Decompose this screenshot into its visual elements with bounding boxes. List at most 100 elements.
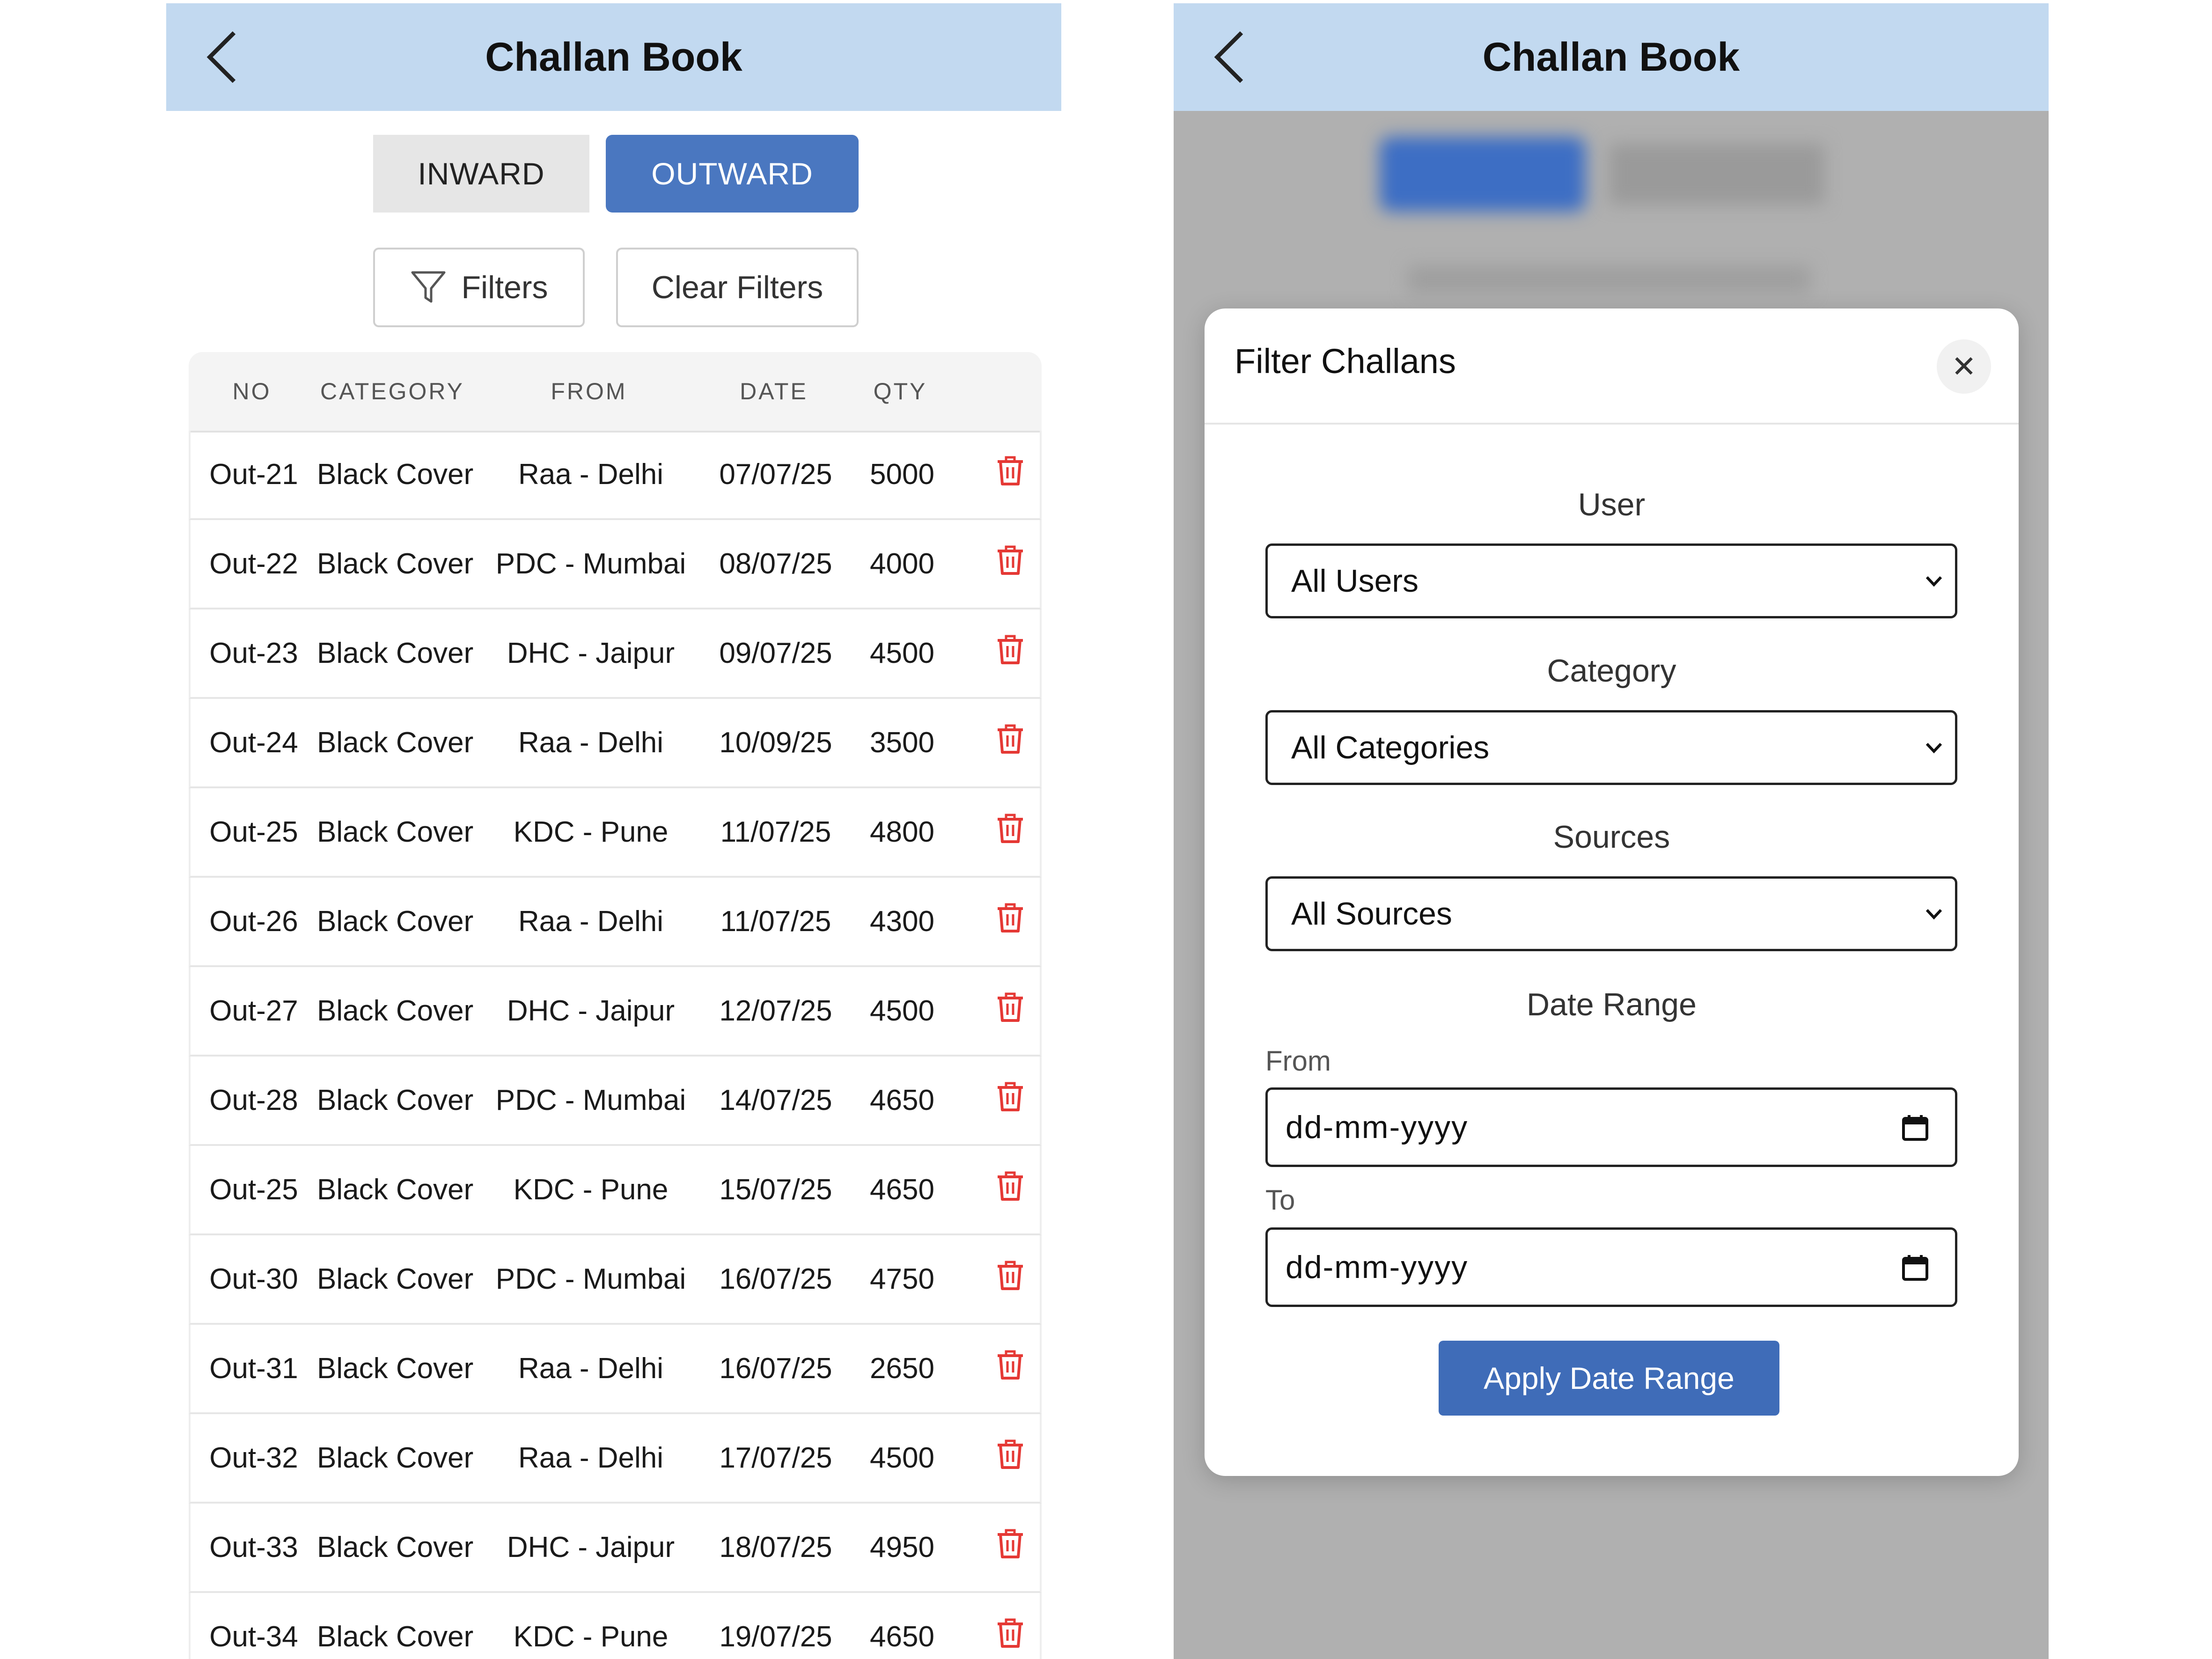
trash-icon[interactable] (996, 634, 1025, 665)
table-row[interactable]: Out-22 Black Cover PDC - Mumbai 08/07/25 400… (189, 520, 1042, 609)
cell-date: 19/07/25 (719, 1621, 832, 1653)
challan-table: NO CATEGORY FROM DATE QTY Out-21 Black Co… (189, 352, 1042, 1659)
cell-no: Out-32 (209, 1442, 298, 1474)
col-header-category: CATEGORY (320, 378, 464, 404)
trash-icon[interactable] (996, 1081, 1025, 1112)
table-row[interactable]: Out-26 Black Cover Raa - Delhi 11/07/25 4300 (189, 878, 1042, 967)
to-date-input[interactable]: dd-mm-yyyy (1265, 1227, 1957, 1307)
cell-no: Out-30 (209, 1263, 298, 1295)
table-row[interactable]: Out-32 Black Cover Raa - Delhi 17/07/25 4500 (189, 1414, 1042, 1504)
cell-category: Black Cover (317, 1263, 474, 1295)
clear-filters-button[interactable]: Clear Filters (616, 248, 859, 327)
cell-no: Out-28 (209, 1084, 298, 1116)
cell-qty: 3500 (870, 727, 934, 759)
cell-qty: 4650 (870, 1621, 934, 1653)
trash-icon[interactable] (996, 455, 1025, 486)
table-row[interactable]: Out-30 Black Cover PDC - Mumbai 16/07/25 475… (189, 1235, 1042, 1325)
modal-divider (1205, 423, 2019, 425)
table-row[interactable]: Out-21 Black Cover Raa - Delhi 07/07/25 5000 (189, 431, 1042, 520)
chevron-down-icon (1925, 909, 1942, 920)
cell-category: Black Cover (317, 995, 474, 1027)
right-header: Challan Book (1174, 3, 2049, 111)
user-select[interactable]: All Users (1265, 543, 1957, 618)
cell-category: Black Cover (317, 458, 474, 491)
cell-no: Out-21 (209, 458, 298, 491)
col-header-no: NO (232, 378, 272, 404)
table-row[interactable]: Out-28 Black Cover PDC - Mumbai 14/07/25 465… (189, 1057, 1042, 1146)
apply-date-range-button[interactable]: Apply Date Range (1439, 1341, 1779, 1416)
cell-date: 14/07/25 (719, 1084, 832, 1116)
cell-from: Raa - Delhi (518, 458, 664, 491)
filters-button[interactable]: Filters (373, 248, 585, 327)
trash-icon[interactable] (996, 1260, 1025, 1291)
cell-qty: 4750 (870, 1263, 934, 1295)
modal-title: Filter Challans (1235, 342, 1456, 381)
table-row[interactable]: Out-25 Black Cover KDC - Pune 11/07/25 4800 (189, 788, 1042, 878)
category-select-value: All Categories (1291, 730, 1490, 765)
sources-select[interactable]: All Sources (1265, 876, 1957, 951)
table-row[interactable]: Out-25 Black Cover KDC - Pune 15/07/25 4650 (189, 1146, 1042, 1235)
category-select[interactable]: All Categories (1265, 710, 1957, 785)
cell-date: 15/07/25 (719, 1174, 832, 1206)
category-label: Category (1547, 653, 1676, 689)
cell-qty: 4000 (870, 548, 934, 580)
cell-qty: 4950 (870, 1531, 934, 1564)
table-row[interactable]: Out-27 Black Cover DHC - Jaipur 12/07/25 450… (189, 967, 1042, 1057)
cell-category: Black Cover (317, 1442, 474, 1474)
sources-label: Sources (1553, 819, 1670, 855)
trash-icon[interactable] (996, 1439, 1025, 1469)
table-row[interactable]: Out-23 Black Cover DHC - Jaipur 09/07/25 450… (189, 609, 1042, 699)
trash-icon[interactable] (996, 544, 1025, 575)
cell-qty: 2650 (870, 1352, 934, 1385)
table-row[interactable]: Out-34 Black Cover KDC - Pune 19/07/25 4650 (189, 1593, 1042, 1659)
trash-icon[interactable] (996, 813, 1025, 844)
cell-category: Black Cover (317, 1352, 474, 1385)
cell-category: Black Cover (317, 905, 474, 938)
cell-category: Black Cover (317, 637, 474, 669)
tab-outward[interactable]: OUTWARD (606, 135, 859, 213)
col-header-from: FROM (551, 378, 627, 404)
calendar-icon[interactable] (1902, 1114, 1929, 1141)
cell-qty: 4650 (870, 1174, 934, 1206)
cell-no: Out-23 (209, 637, 298, 669)
trash-icon[interactable] (996, 1617, 1025, 1648)
cell-no: Out-33 (209, 1531, 298, 1564)
from-date-input[interactable]: dd-mm-yyyy (1265, 1087, 1957, 1167)
cell-from: PDC - Mumbai (495, 1263, 686, 1295)
cell-category: Black Cover (317, 1531, 474, 1564)
trash-icon[interactable] (996, 1170, 1025, 1201)
cell-date: 10/09/25 (719, 727, 832, 759)
cell-date: 16/07/25 (719, 1263, 832, 1295)
table-row[interactable]: Out-24 Black Cover Raa - Delhi 10/09/25 3500 (189, 699, 1042, 788)
cell-category: Black Cover (317, 1621, 474, 1653)
cell-date: 09/07/25 (719, 637, 832, 669)
cell-qty: 4300 (870, 905, 934, 938)
cell-from: KDC - Pune (513, 1621, 669, 1653)
trash-icon[interactable] (996, 1349, 1025, 1380)
cell-category: Black Cover (317, 1084, 474, 1116)
left-header: Challan Book (166, 3, 1061, 111)
close-icon[interactable]: ✕ (1937, 339, 1991, 394)
cell-date: 07/07/25 (719, 458, 832, 491)
user-label: User (1578, 487, 1646, 522)
blurred-tab-outward (1380, 137, 1586, 212)
calendar-icon[interactable] (1902, 1254, 1929, 1281)
table-row[interactable]: Out-31 Black Cover Raa - Delhi 16/07/25 2650 (189, 1325, 1042, 1414)
filter-icon (411, 271, 446, 303)
cell-no: Out-22 (209, 548, 298, 580)
to-date-value: dd-mm-yyyy (1286, 1249, 1469, 1285)
trash-icon[interactable] (996, 902, 1025, 933)
blurred-filter-buttons (1408, 265, 1810, 294)
table-row[interactable]: Out-33 Black Cover DHC - Jaipur 18/07/25 495… (189, 1504, 1042, 1593)
trash-icon[interactable] (996, 991, 1025, 1022)
cell-no: Out-25 (209, 816, 298, 848)
trash-icon[interactable] (996, 1528, 1025, 1559)
tab-inward[interactable]: INWARD (373, 135, 589, 213)
cell-from: KDC - Pune (513, 816, 669, 848)
cell-from: DHC - Jaipur (507, 995, 675, 1027)
trash-icon[interactable] (996, 723, 1025, 754)
cell-qty: 5000 (870, 458, 934, 491)
cell-date: 11/07/25 (720, 905, 831, 938)
cell-date: 17/07/25 (719, 1442, 832, 1474)
from-date-value: dd-mm-yyyy (1286, 1109, 1469, 1145)
